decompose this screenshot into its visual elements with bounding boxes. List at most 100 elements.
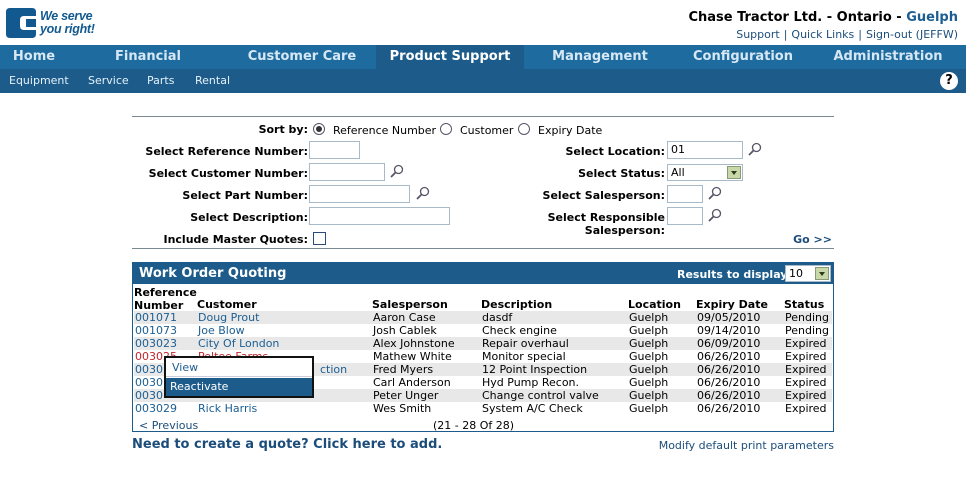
cell-ref[interactable]: 0030: [135, 363, 163, 376]
add-quote-link[interactable]: Need to create a quote? Click here to ad…: [132, 437, 442, 452]
cell-location: Guelph: [629, 363, 669, 376]
print-parameters-link[interactable]: Modify default print parameters: [659, 439, 834, 452]
part-number-input[interactable]: [309, 185, 410, 203]
help-icon[interactable]: ?: [940, 72, 958, 90]
sort-radio-reference[interactable]: [313, 123, 325, 135]
search-form: Sort by: Reference Number Customer Expir…: [132, 116, 834, 249]
cell-description: Change control valve: [482, 389, 599, 402]
cell-expiry: 09/14/2010: [697, 324, 761, 337]
context-menu-view[interactable]: View: [166, 358, 312, 377]
top-links: Support | Quick Links | Sign-out (JEFFW): [736, 28, 958, 41]
cell-ref[interactable]: 001071: [135, 311, 177, 324]
results-to-display-label: Results to display:: [677, 268, 792, 281]
description-input[interactable]: [309, 207, 450, 225]
subnav-rental[interactable]: Rental: [195, 69, 230, 93]
responsible-salesperson-input[interactable]: [667, 207, 703, 225]
part-lookup-icon[interactable]: [416, 186, 430, 200]
table-row[interactable]: 003029 Rick Harris Wes Smith System A/C Che…: [134, 402, 832, 415]
salesperson-label: Select Salesperson:: [542, 189, 665, 202]
sign-out-link[interactable]: Sign-out (JEFFW): [866, 28, 958, 41]
salesperson-lookup-icon[interactable]: [708, 186, 722, 200]
support-link[interactable]: Support: [736, 28, 779, 41]
responsible-salesperson-lookup-icon[interactable]: [708, 208, 722, 222]
nav-configuration[interactable]: Configuration: [676, 45, 810, 69]
cell-status: Expired: [785, 363, 827, 376]
cell-salesperson: Alex Johnstone: [373, 337, 455, 350]
col-header-salesperson[interactable]: Salesperson: [372, 298, 448, 311]
sort-radio-expiry[interactable]: [518, 123, 530, 135]
cell-status: Expired: [785, 376, 827, 389]
context-menu-reactivate[interactable]: Reactivate: [166, 378, 312, 396]
ref-number-label: Select Reference Number:: [145, 145, 308, 158]
sort-option-expiry: Expiry Date: [538, 124, 603, 137]
customer-lookup-icon[interactable]: [390, 164, 404, 178]
nav-customer-care[interactable]: Customer Care: [228, 45, 376, 69]
cell-location: Guelph: [629, 324, 669, 337]
master-quotes-label: Include Master Quotes:: [163, 233, 308, 246]
previous-page-link[interactable]: < Previous: [139, 419, 198, 432]
results-panel: Work Order Quoting Results to display: 1…: [132, 262, 834, 432]
status-select[interactable]: All: [667, 164, 743, 181]
quick-links-link[interactable]: Quick Links: [791, 28, 854, 41]
cell-status: Pending: [785, 311, 829, 324]
col-header-expiry[interactable]: Expiry Date: [696, 298, 768, 311]
company-name: Chase Tractor Ltd. - Ontario - Guelph: [688, 10, 958, 25]
description-label: Select Description:: [190, 211, 308, 224]
col-header-description[interactable]: Description: [481, 298, 552, 311]
col-header-reference[interactable]: Reference Number: [134, 286, 197, 312]
nav-home[interactable]: Home: [0, 45, 68, 69]
salesperson-input[interactable]: [667, 185, 703, 203]
cell-customer[interactable]: City Of London: [198, 337, 279, 350]
status-label: Select Status:: [578, 167, 665, 180]
customer-number-label: Select Customer Number:: [148, 167, 308, 180]
cell-salesperson: Mathew White: [373, 350, 452, 363]
cell-customer[interactable]: Doug Prout: [198, 311, 259, 324]
sort-option-customer: Customer: [460, 124, 514, 137]
results-to-display-select[interactable]: 10: [785, 265, 831, 282]
nav-financial-management[interactable]: Financial Management: [68, 45, 228, 88]
cell-expiry: 09/05/2010: [697, 311, 761, 324]
col-header-status[interactable]: Status: [784, 298, 824, 311]
logo-mark-icon: [6, 8, 36, 38]
col-header-location[interactable]: Location: [628, 298, 681, 311]
ref-number-input[interactable]: [309, 141, 360, 159]
cell-customer[interactable]: ction: [320, 363, 347, 376]
cell-ref[interactable]: 003023: [135, 337, 177, 350]
part-number-label: Select Part Number:: [182, 189, 308, 202]
cell-location: Guelph: [629, 389, 669, 402]
company-location[interactable]: Guelph: [906, 10, 958, 25]
subnav-equipment[interactable]: Equipment: [9, 69, 69, 93]
table-row[interactable]: 001071 Doug Prout Aaron Case dasdf Guelph 09/…: [134, 311, 832, 324]
nav-administration[interactable]: Administration: [810, 45, 966, 69]
cell-location: Guelph: [629, 337, 669, 350]
cell-ref[interactable]: 003029: [135, 402, 177, 415]
cell-location: Guelph: [629, 376, 669, 389]
nav-management-central[interactable]: Management Central: [524, 45, 676, 88]
results-header: Work Order Quoting Results to display: 1…: [133, 263, 833, 284]
subnav-parts[interactable]: Parts: [147, 69, 174, 93]
cell-salesperson: Carl Anderson: [373, 376, 451, 389]
cell-customer[interactable]: Joe Blow: [198, 324, 245, 337]
cell-customer[interactable]: Rick Harris: [198, 402, 257, 415]
cell-ref[interactable]: 001073: [135, 324, 177, 337]
cell-expiry: 06/26/2010: [697, 363, 761, 376]
location-input[interactable]: 01: [667, 141, 743, 159]
results-title: Work Order Quoting: [139, 266, 287, 281]
master-quotes-checkbox[interactable]: [313, 232, 326, 245]
sort-radio-customer[interactable]: [440, 123, 452, 135]
go-link[interactable]: Go >>: [793, 233, 832, 246]
col-header-customer[interactable]: Customer: [197, 298, 257, 311]
cell-location: Guelph: [629, 402, 669, 415]
sub-nav: Equipment Service Parts Rental ?: [0, 69, 966, 93]
location-label: Select Location:: [565, 145, 665, 158]
company-logo: We serve you right!: [6, 6, 98, 42]
subnav-service[interactable]: Service: [88, 69, 129, 93]
cell-ref[interactable]: 0030: [135, 389, 163, 402]
table-row[interactable]: 003023 City Of London Alex Johnstone Repair…: [134, 337, 832, 350]
nav-product-support[interactable]: Product Support: [376, 45, 524, 69]
customer-number-input[interactable]: [309, 163, 385, 181]
table-row[interactable]: 001073 Joe Blow Josh Cablek Check engine Gue…: [134, 324, 832, 337]
cell-expiry: 06/26/2010: [697, 389, 761, 402]
location-lookup-icon[interactable]: [748, 142, 762, 156]
cell-ref[interactable]: 0030: [135, 376, 163, 389]
